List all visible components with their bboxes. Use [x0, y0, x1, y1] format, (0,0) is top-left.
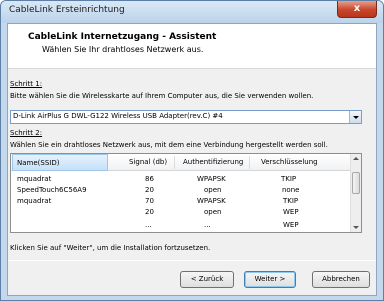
- window-title: CableLink Ersteinrichtung: [9, 5, 125, 15]
- continue-hint: Klicken Sie auf "Weiter", um die Install…: [10, 244, 211, 252]
- wizard-content: CableLink Internetzugang - Assistent Wäh…: [7, 23, 377, 296]
- column-divider[interactable]: [174, 156, 175, 169]
- column-header-signal[interactable]: Signal (db): [129, 154, 167, 171]
- header-panel: CableLink Internetzugang - Assistent Wäh…: [8, 24, 376, 69]
- cell-ssid: mquadrat: [17, 175, 52, 183]
- footer-divider: [8, 260, 376, 261]
- cancel-button[interactable]: Abbrechen: [312, 271, 370, 288]
- step2-instruction: Wählen Sie ein drahtloses Netzwerk aus, …: [10, 141, 328, 149]
- network-list[interactable]: Name(SSID) Signal (db) Authentifizierung…: [10, 153, 362, 233]
- wizard-subtitle: Wählen Sie Ihr drahtloses Netzwerk aus.: [42, 45, 204, 54]
- step2-label: Schritt 2:: [10, 129, 43, 137]
- column-header-ssid[interactable]: Name(SSID): [12, 154, 108, 171]
- network-row[interactable]: SpeedTouch6C56A9 20 open none: [11, 185, 351, 195]
- cell-authentication: open: [204, 208, 222, 216]
- wizard-window: CableLink Ersteinrichtung x CableLink In…: [0, 0, 384, 301]
- close-button[interactable]: x: [337, 1, 377, 18]
- scrollbar-thumb[interactable]: [352, 172, 360, 194]
- wizard-title: CableLink Internetzugang - Assistent: [28, 32, 217, 42]
- cell-signal: 20: [145, 186, 154, 194]
- column-header-encryption[interactable]: Verschlüsselung: [261, 154, 318, 171]
- adapter-select[interactable]: D-Link AirPlus G DWL-G122 Wireless USB A…: [10, 110, 362, 124]
- close-icon: x: [353, 3, 361, 14]
- back-button[interactable]: < Zurück: [180, 271, 234, 288]
- cell-signal: 20: [145, 208, 154, 216]
- cell-authentication: WPAPSK: [197, 175, 226, 183]
- cell-ssid: SpeedTouch6C56A9: [17, 186, 87, 194]
- next-button[interactable]: Weiter >: [244, 271, 296, 288]
- cell-encryption: WEP: [283, 208, 299, 216]
- scroll-down-icon[interactable]: [351, 222, 361, 232]
- cell-authentication: open: [204, 186, 222, 194]
- column-header-authentication[interactable]: Authentifizierung: [183, 154, 243, 171]
- chevron-down-icon[interactable]: [349, 111, 361, 123]
- cell-signal: 86: [145, 175, 154, 183]
- network-row[interactable]: mquadrat 86 WPAPSK TKIP: [11, 174, 351, 184]
- cell-encryption: WEP: [283, 221, 299, 229]
- title-bar[interactable]: CableLink Ersteinrichtung x: [1, 1, 383, 23]
- cell-signal: 70: [145, 197, 154, 205]
- cell-ssid: mquadrat: [17, 197, 52, 205]
- cell-encryption: TKIP: [281, 175, 297, 183]
- cell-encryption: TKIP: [283, 197, 299, 205]
- network-list-header: Name(SSID) Signal (db) Authentifizierung…: [11, 154, 351, 171]
- scroll-up-icon[interactable]: [351, 154, 361, 164]
- column-divider[interactable]: [249, 156, 250, 169]
- cell-encryption: none: [282, 186, 300, 194]
- cell-authentication: ...: [204, 221, 211, 229]
- network-row[interactable]: mquadrat 70 WPAPSK TKIP: [11, 196, 351, 206]
- step1-label: Schritt 1:: [10, 80, 43, 88]
- step1-instruction: Bitte wählen Sie die Wirelesskarte auf I…: [10, 92, 314, 100]
- adapter-select-value: D-Link AirPlus G DWL-G122 Wireless USB A…: [13, 112, 223, 120]
- network-row[interactable]: 20 open WEP: [11, 207, 351, 217]
- cell-signal: ...: [145, 221, 152, 229]
- cell-authentication: WPAPSK: [197, 197, 226, 205]
- vertical-scrollbar[interactable]: [350, 154, 361, 232]
- network-row[interactable]: ... ... WEP: [11, 220, 351, 230]
